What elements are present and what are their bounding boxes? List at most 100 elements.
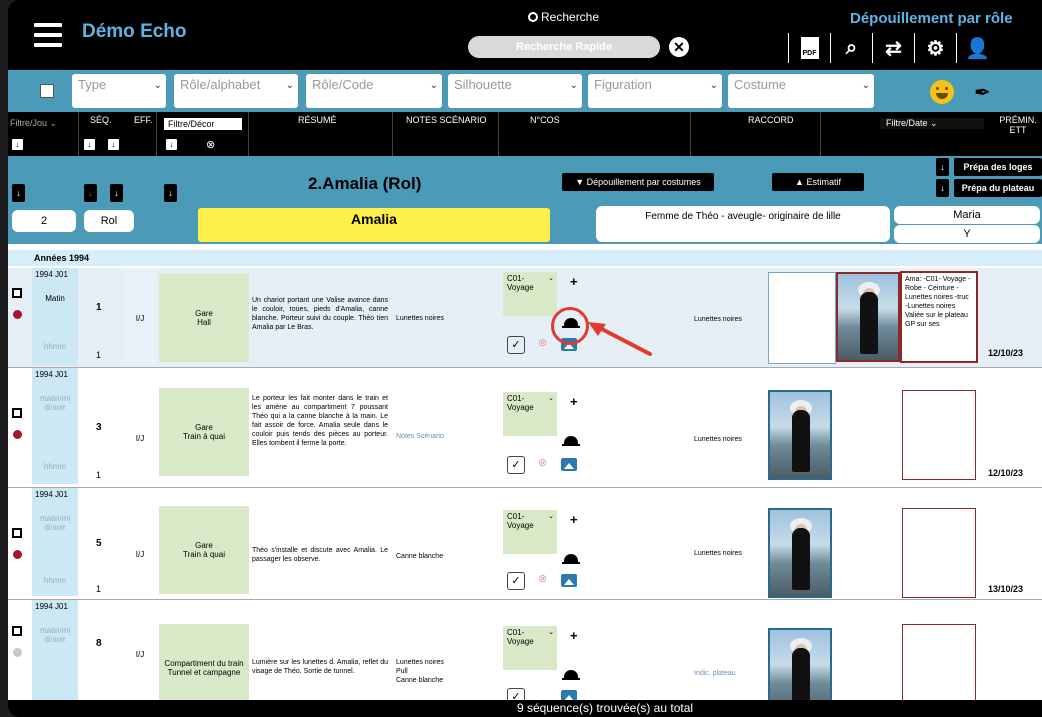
costume-photo[interactable]: [836, 272, 900, 362]
image-icon[interactable]: [561, 690, 577, 700]
image-icon[interactable]: [561, 574, 577, 587]
col-premin: PRÉMIN. ETT: [999, 115, 1037, 135]
date-cell: 1994 J01 Matin hhmm: [32, 268, 78, 366]
pdf-icon: PDF: [800, 37, 819, 59]
estimate-button[interactable]: ▲ Estimatif: [772, 173, 864, 191]
add-costume-icon[interactable]: +: [570, 394, 578, 409]
swap-arrows-icon[interactable]: ⇄: [872, 33, 914, 63]
notes-cell: Notes Scénario: [396, 433, 444, 440]
costume-photo[interactable]: [768, 628, 832, 700]
chevron-down-icon: ⌄: [153, 80, 162, 91]
prepa-plateau-button[interactable]: Prépa du plateau: [954, 179, 1042, 197]
sort-arrow-icon[interactable]: ↓: [936, 158, 949, 176]
eff-count: 1: [96, 584, 102, 594]
hanger-bell-icon[interactable]: [562, 670, 580, 680]
costume-select[interactable]: C01- Voyage ⌄: [503, 392, 557, 436]
sort-arrow-icon[interactable]: ↓: [12, 139, 23, 150]
sort-arrow-icon[interactable]: ↓: [110, 184, 123, 202]
user-settings-icon[interactable]: 👤: [956, 33, 998, 63]
table-row[interactable]: 1994 J01 matin/mi di/soir hhmm 5 1 I/J G…: [8, 488, 1042, 600]
select-all-checkbox[interactable]: [40, 84, 54, 98]
validate-checkbox[interactable]: ✓: [507, 336, 525, 354]
row-checkbox[interactable]: [12, 288, 22, 298]
add-costume-icon[interactable]: +: [570, 512, 578, 527]
cancel-icon[interactable]: ⊗: [538, 456, 547, 469]
validate-checkbox[interactable]: ✓: [507, 456, 525, 474]
validate-checkbox[interactable]: ✓: [507, 688, 525, 700]
sort-arrow-icon[interactable]: ↓: [108, 139, 119, 150]
annotation-arrow: [588, 322, 652, 356]
quick-search-input[interactable]: [468, 36, 660, 58]
col-filtre-jour[interactable]: Filtre/Jou ⌄: [10, 118, 57, 129]
costume-select[interactable]: C01- Voyage ⌄: [503, 626, 557, 670]
prepa-loges-button[interactable]: Prépa des loges: [954, 158, 1042, 176]
table-row[interactable]: 1994 J01 matin/mi di/soir 8 I/J Comparti…: [8, 600, 1042, 700]
chevron-down-icon: ⌄: [548, 629, 554, 636]
role-code-filter[interactable]: Rôle/Code ⌄: [306, 74, 442, 108]
table-row[interactable]: 1994 J01 Matin hhmm 1 1 I/J Gare Hall Un…: [8, 268, 1042, 368]
col-eff: EFF.: [134, 115, 153, 125]
raccord-cell: Lunettes noires: [694, 316, 742, 323]
add-costume-icon[interactable]: +: [570, 628, 578, 643]
image-icon[interactable]: [561, 458, 577, 471]
gear-icon[interactable]: ⚙: [914, 33, 956, 63]
actor-name: Maria: [894, 206, 1040, 224]
table-row[interactable]: 1994 J01 matin/mi di/soir hhmm 3 1 I/J G…: [8, 368, 1042, 488]
sort-arrow-red-icon[interactable]: ↓: [84, 184, 97, 202]
note-box-empty[interactable]: [902, 508, 976, 598]
type-filter[interactable]: Type ⌄: [72, 74, 166, 108]
notes-cell: Lunettes noires: [396, 315, 444, 322]
row-checkbox[interactable]: [12, 626, 22, 636]
status-dot: [13, 648, 22, 657]
costume-photo[interactable]: [768, 390, 832, 480]
note-box-empty[interactable]: [902, 390, 976, 480]
clear-decor-icon[interactable]: ⊗: [206, 138, 215, 151]
pen-icon[interactable]: ✒: [974, 80, 991, 105]
row-checkbox[interactable]: [12, 528, 22, 538]
pdf-export-button[interactable]: PDF: [788, 33, 830, 63]
validate-checkbox[interactable]: ✓: [507, 572, 525, 590]
row-date: 12/10/23: [988, 468, 1024, 478]
notes-cell: Lunettes noires Pull Canne blanche: [396, 659, 444, 684]
sort-arrow-icon[interactable]: ↓: [84, 139, 95, 150]
app-title: Démo Echo: [82, 21, 187, 42]
costume-photo[interactable]: [768, 508, 832, 598]
costume-breakdown-button[interactable]: ▼ Dépouillement par costumes: [562, 173, 714, 191]
figuration-filter[interactable]: Figuration ⌄: [588, 74, 722, 108]
hanger-bell-icon[interactable]: [562, 436, 580, 446]
status-dot: [13, 310, 22, 319]
smiley-emoji-icon[interactable]: [930, 80, 954, 104]
clear-search-icon[interactable]: ✕: [669, 37, 689, 57]
col-filtre-date[interactable]: Filtre/Date ⌄: [880, 118, 984, 129]
sequence-list: Années 1994 1994 J01 Matin hhmm 1 1 I/J …: [8, 244, 1042, 700]
cancel-icon[interactable]: ⊗: [538, 336, 547, 349]
silhouette-filter[interactable]: Silhouette ⌄: [448, 74, 582, 108]
sort-arrow-icon[interactable]: ↓: [12, 184, 25, 202]
raccord-cell: Indic. plateau: [694, 670, 736, 677]
ij-cell: I/J: [135, 550, 145, 559]
row-checkbox[interactable]: [12, 408, 22, 418]
search-filter-icon[interactable]: ⌕: [830, 33, 872, 63]
raccord-cell: Lunettes noires: [694, 550, 742, 557]
note-box-empty[interactable]: [902, 624, 976, 700]
hamburger-menu-icon[interactable]: [34, 23, 62, 47]
sort-arrow-icon[interactable]: ↓: [166, 139, 177, 150]
app-window: Démo Echo Recherche ✕ Dépouillement par …: [8, 0, 1042, 717]
search-icon: [528, 12, 538, 22]
cancel-icon[interactable]: ⊗: [538, 572, 547, 585]
sort-arrow-icon[interactable]: ↓: [164, 184, 177, 202]
note-box[interactable]: Ama: -C01- Voyage -Robe - Ceinture - Lun…: [900, 271, 978, 363]
chevron-down-icon: ⌄: [429, 80, 438, 91]
photo-slot-empty[interactable]: [768, 272, 836, 364]
toolbar-icons: PDF ⌕ ⇄ ⚙ 👤: [788, 33, 998, 63]
role-alpha-filter[interactable]: Rôle/alphabet ⌄: [174, 74, 298, 108]
col-filtre-decor[interactable]: Filtre/Décor: [164, 118, 242, 130]
date-cell: 1994 J01 matin/mi di/soir hhmm: [32, 488, 78, 596]
sort-arrow-icon[interactable]: ↓: [936, 179, 949, 197]
costume-select[interactable]: C01- Voyage ⌄: [503, 272, 557, 316]
costume-select[interactable]: C01- Voyage ⌄: [503, 510, 557, 554]
chevron-down-icon: ⌄: [285, 80, 294, 91]
hanger-bell-icon[interactable]: [562, 554, 580, 564]
costume-filter[interactable]: Costume ⌄: [728, 74, 874, 108]
add-costume-icon[interactable]: +: [570, 274, 578, 289]
